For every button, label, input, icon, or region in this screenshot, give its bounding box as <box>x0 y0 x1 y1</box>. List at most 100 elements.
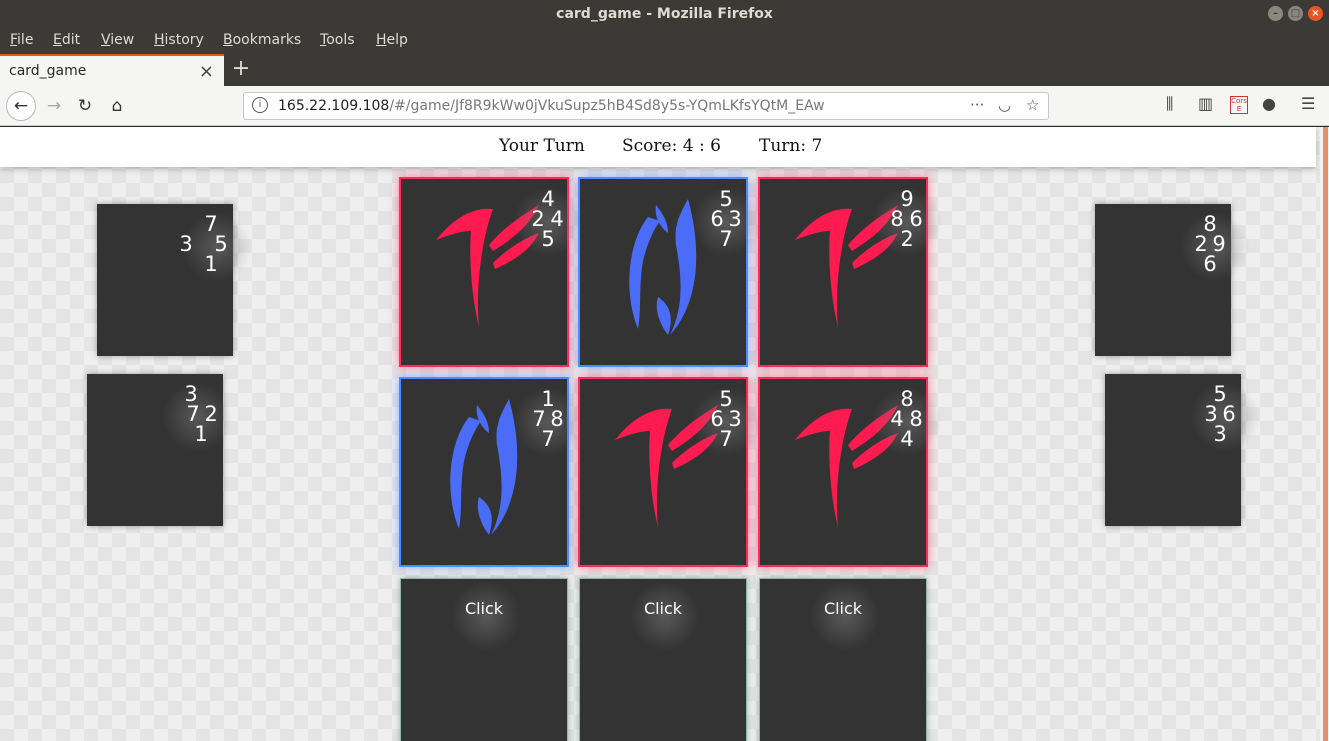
card-value-left: 2 <box>531 207 545 231</box>
turn-counter: Turn: 7 <box>759 136 823 156</box>
turn-status: Your Turn <box>499 136 585 156</box>
click-label: Click <box>823 599 863 618</box>
card-value-top: 9 <box>900 187 914 211</box>
board-card[interactable]: 4 2 4 5 <box>399 177 583 367</box>
menu-history[interactable]: History <box>154 32 204 48</box>
card-value-right: 8 <box>550 407 564 431</box>
card-value-right: 5 <box>214 232 228 256</box>
card-value-top: 5 <box>1213 382 1227 406</box>
menu-bar: File Edit View History Bookmarks Tools H… <box>0 28 1329 54</box>
library-icon[interactable]: ⫼ <box>1166 94 1173 114</box>
menu-edit[interactable]: Edit <box>53 32 80 48</box>
card-value-left: 2 <box>1194 232 1208 256</box>
reload-icon[interactable]: ↻ <box>71 92 99 120</box>
hand-card-slot[interactable]: Click <box>579 578 747 741</box>
url-bar[interactable]: i 165.22.109.108/#/game/Jf8R9kWw0jVkuSup… <box>243 92 1049 120</box>
menu-view[interactable]: View <box>101 32 134 48</box>
card-value-right: 3 <box>728 407 742 431</box>
card-value-top: 5 <box>719 187 733 211</box>
menu-file[interactable]: File <box>10 32 33 48</box>
url-path: /#/game/Jf8R9kWw0jVkuSupz5hB4Sd8y5s-YQmL… <box>389 98 825 114</box>
site-info-icon[interactable]: i <box>252 97 268 113</box>
card-value-top: 3 <box>184 382 198 406</box>
vertical-scrollbar[interactable] <box>1320 127 1329 741</box>
url-text[interactable]: 165.22.109.108/#/game/Jf8R9kWw0jVkuSupz5… <box>278 98 825 114</box>
home-icon[interactable]: ⌂ <box>103 92 131 120</box>
card-value-top: 5 <box>719 387 733 411</box>
game-status-bar: Your Turn Score: 4 : 6 Turn: 7 <box>0 127 1316 167</box>
left-player-card[interactable]: 7 3 5 1 <box>97 204 252 356</box>
window-title: card_game - Mozilla Firefox <box>556 6 773 22</box>
maximize-icon[interactable]: □ <box>1288 6 1303 21</box>
card-value-bottom: 5 <box>541 227 555 251</box>
sidebar-icon[interactable]: ▥ <box>1198 94 1213 113</box>
card-value-top: 1 <box>541 387 555 411</box>
menu-bookmarks[interactable]: Bookmarks <box>223 32 301 48</box>
card-value-bottom: 1 <box>204 252 218 276</box>
card-value-left: 8 <box>890 207 904 231</box>
card-value-right: 3 <box>728 207 742 231</box>
card-value-left: 7 <box>532 407 546 431</box>
score-display: Score: 4 : 6 <box>622 136 721 156</box>
card-value-right: 4 <box>550 207 564 231</box>
card-value-right: 2 <box>204 402 218 426</box>
hamburger-menu-icon[interactable]: ☰ <box>1301 94 1315 113</box>
board-card[interactable]: 5 6 3 7 <box>578 177 762 367</box>
right-player-card[interactable]: 5 3 6 3 <box>1105 374 1260 526</box>
url-host: 165.22.109.108 <box>278 98 390 114</box>
card-value-right: 8 <box>909 407 923 431</box>
card-value-top: 4 <box>541 187 555 211</box>
card-value-top: 7 <box>204 212 218 236</box>
card-value-right: 6 <box>1222 402 1236 426</box>
cors-label: Cors <box>1231 97 1247 105</box>
board-card[interactable]: 5 6 3 7 <box>578 377 762 567</box>
navigation-toolbar: ← → ↻ ⌂ i 165.22.109.108/#/game/Jf8R9kWw… <box>0 86 1329 126</box>
account-icon[interactable]: ● <box>1262 94 1276 113</box>
card-value-left: 3 <box>179 232 193 256</box>
minimize-icon[interactable]: – <box>1268 6 1283 21</box>
pocket-icon[interactable]: ◡ <box>998 96 1011 114</box>
tab-strip: card_game × + <box>0 54 1329 86</box>
cors-sub-label: E <box>1236 105 1242 113</box>
card-value-left: 6 <box>710 407 724 431</box>
click-label: Click <box>643 599 683 618</box>
card-value-left: 7 <box>186 402 200 426</box>
card-value-bottom: 4 <box>900 427 914 451</box>
close-window-icon[interactable]: × <box>1308 6 1323 21</box>
tab-label: card_game <box>9 63 87 79</box>
close-tab-icon[interactable]: × <box>199 61 214 82</box>
game-page: Your Turn Score: 4 : 6 Turn: 7 7 3 5 1 3… <box>0 127 1320 741</box>
board-card[interactable]: 9 8 6 2 <box>758 177 942 367</box>
card-value-top: 8 <box>900 387 914 411</box>
click-label: Click <box>464 599 504 618</box>
bookmark-star-icon[interactable]: ☆ <box>1026 96 1039 114</box>
card-value-left: 3 <box>1204 402 1218 426</box>
cors-extension-icon[interactable]: Cors E <box>1230 96 1248 114</box>
menu-help[interactable]: Help <box>376 32 408 48</box>
menu-tools[interactable]: Tools <box>320 32 355 48</box>
card-value-right: 9 <box>1212 232 1226 256</box>
forward-arrow-icon[interactable]: → <box>40 92 68 120</box>
scrollbar-thumb[interactable] <box>1323 127 1328 741</box>
left-player-card[interactable]: 3 7 2 1 <box>87 374 232 526</box>
board-card[interactable]: 1 7 8 7 <box>399 377 583 567</box>
board-card[interactable]: 8 4 8 4 <box>758 377 942 567</box>
card-value-bottom: 7 <box>541 427 555 451</box>
card-value-bottom: 6 <box>1203 252 1217 276</box>
window-titlebar: card_game - Mozilla Firefox – □ × <box>0 0 1329 28</box>
hand-card-slot[interactable]: Click <box>759 578 927 741</box>
new-tab-icon[interactable]: + <box>230 56 252 81</box>
card-value-top: 8 <box>1203 212 1217 236</box>
back-arrow-icon[interactable]: ← <box>6 91 36 121</box>
card-value-left: 6 <box>710 207 724 231</box>
tab-card-game[interactable]: card_game × <box>0 54 224 86</box>
card-value-bottom: 3 <box>1213 422 1227 446</box>
card-value-bottom: 2 <box>900 227 914 251</box>
card-value-bottom: 7 <box>719 427 733 451</box>
hand-card-slot[interactable]: Click <box>400 578 568 741</box>
card-value-bottom: 1 <box>194 422 208 446</box>
page-actions-icon[interactable]: ··· <box>970 96 984 114</box>
card-value-bottom: 7 <box>719 227 733 251</box>
right-player-card[interactable]: 8 2 9 6 <box>1095 204 1250 356</box>
card-value-right: 6 <box>909 207 923 231</box>
